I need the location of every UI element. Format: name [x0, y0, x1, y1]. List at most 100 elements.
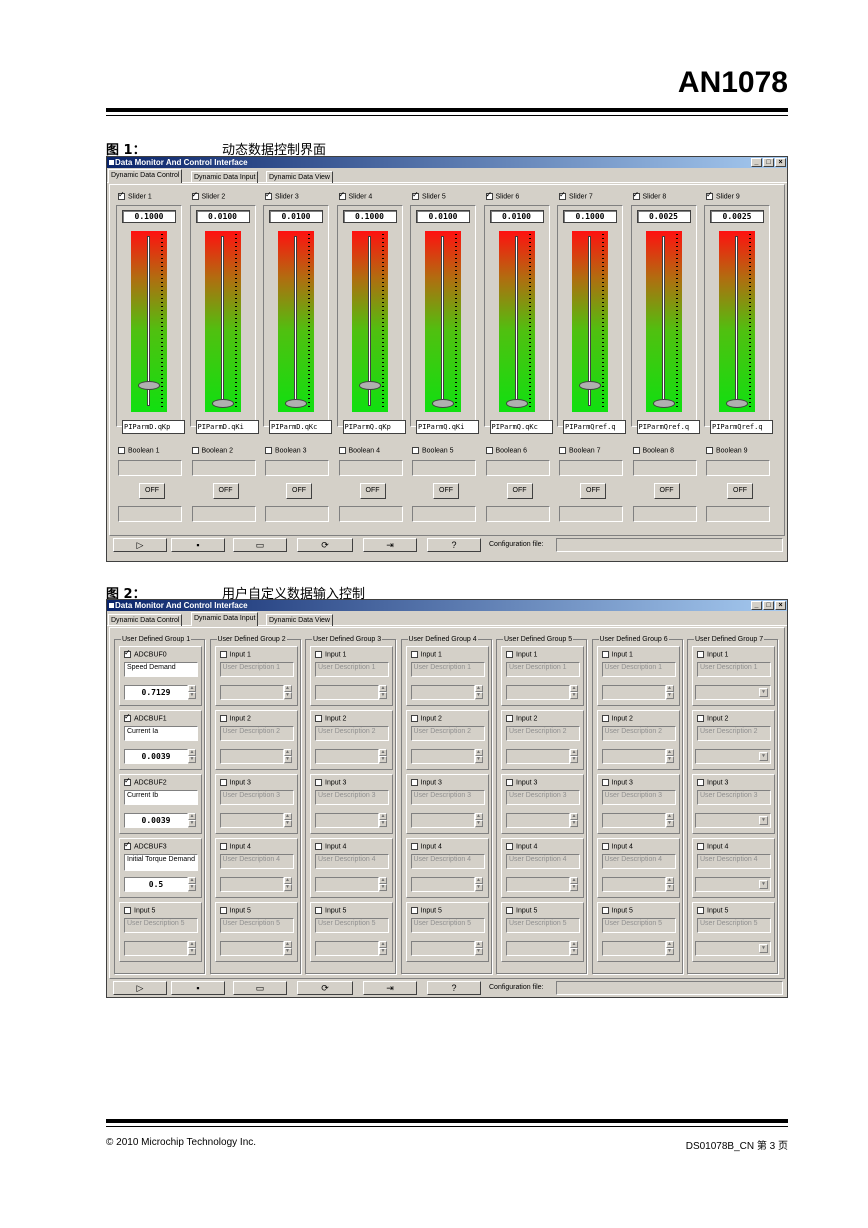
minimize-button[interactable]: _ — [751, 158, 762, 167]
slider-variable-name[interactable]: PIParmQ.qKc — [489, 420, 553, 434]
input-description[interactable]: User Description 3 — [410, 790, 485, 805]
input-description[interactable]: User Description 4 — [506, 854, 580, 869]
input-checkbox-label[interactable]: Input 5 — [697, 907, 728, 914]
toolbar-button[interactable]: ? — [427, 538, 481, 552]
spin-arrows[interactable]: ▲ ▼ — [188, 813, 196, 828]
toolbar-button[interactable]: ⟳ — [297, 538, 353, 552]
checkbox[interactable] — [124, 712, 131, 722]
input-description[interactable]: User Description 5 — [410, 918, 485, 933]
toolbar-button[interactable]: ⇥ — [363, 981, 417, 995]
input-checkbox-label[interactable]: Input 3 — [410, 779, 442, 786]
spin-up-icon[interactable]: ▲ — [188, 685, 196, 692]
input-value[interactable] — [601, 685, 666, 700]
checkbox[interactable] — [118, 190, 125, 200]
input-checkbox-label[interactable]: Input 5 — [315, 907, 346, 914]
toolbar-button[interactable]: ▷ — [113, 981, 167, 995]
spin-up-icon[interactable]: ▲ — [665, 749, 674, 756]
slider-value[interactable]: 0.0025 — [710, 210, 764, 223]
checkbox[interactable] — [559, 190, 566, 200]
slider-checkbox-label[interactable]: Slider 2 — [191, 190, 225, 200]
checkbox[interactable] — [191, 447, 199, 454]
spin-arrows[interactable]: ▲ ▼ — [188, 941, 196, 956]
boolean-off-button[interactable]: OFF — [433, 483, 459, 499]
tab-dynamic-data-control[interactable]: Dynamic Data Control — [108, 614, 183, 626]
spin-arrows[interactable]: ▲ ▼ — [188, 685, 196, 700]
checkbox[interactable] — [191, 190, 199, 200]
input-value[interactable] — [219, 685, 284, 700]
spin-arrows[interactable]: ▲ ▼ — [379, 941, 387, 956]
checkbox[interactable] — [219, 907, 227, 914]
input-description[interactable]: User Description 2 — [697, 726, 771, 741]
spin-down-icon[interactable]: ▼ — [283, 948, 292, 955]
close-button[interactable]: × — [775, 158, 786, 167]
input-dropdown[interactable]: ▼ — [695, 877, 771, 892]
slider-checkbox-label[interactable]: Slider 5 — [412, 190, 446, 200]
spin-up-icon[interactable]: ▲ — [283, 877, 292, 884]
spin-arrows[interactable]: ▲ ▼ — [665, 813, 674, 828]
spin-arrows[interactable]: ▲ ▼ — [283, 877, 292, 892]
toolbar-button[interactable]: ▪ — [171, 538, 225, 552]
maximize-button[interactable]: □ — [763, 158, 774, 167]
spin-down-icon[interactable]: ▼ — [665, 692, 674, 699]
input-value[interactable] — [315, 749, 379, 764]
spin-up-icon[interactable]: ▲ — [665, 941, 674, 948]
input-value[interactable] — [219, 813, 284, 828]
input-checkbox-label[interactable]: Input 3 — [315, 779, 346, 786]
chevron-down-icon[interactable]: ▼ — [759, 880, 768, 889]
input-checkbox-label[interactable]: Input 5 — [219, 907, 251, 914]
input-checkbox-label[interactable]: Input 4 — [315, 843, 346, 850]
spin-arrows[interactable]: ▲ ▼ — [474, 749, 483, 764]
slider-thumb[interactable] — [358, 380, 381, 390]
checkbox[interactable] — [601, 843, 609, 850]
chevron-down-icon[interactable]: ▼ — [759, 944, 768, 953]
input-checkbox-label[interactable]: Input 2 — [697, 715, 728, 722]
checkbox[interactable] — [315, 779, 322, 786]
boolean-checkbox-label[interactable]: Boolean 9 — [706, 447, 748, 454]
input-value[interactable] — [124, 941, 188, 956]
checkbox[interactable] — [410, 779, 418, 786]
spin-up-icon[interactable]: ▲ — [570, 877, 578, 884]
checkbox[interactable] — [632, 190, 640, 200]
spin-arrows[interactable]: ▲ ▼ — [665, 941, 674, 956]
input-description[interactable]: User Description 4 — [601, 854, 676, 869]
input-value[interactable] — [506, 877, 570, 892]
slider-thumb[interactable] — [285, 399, 307, 409]
slider-value[interactable]: 0.0100 — [416, 210, 470, 223]
checkbox[interactable] — [601, 651, 609, 658]
input-value[interactable] — [315, 685, 379, 700]
checkbox[interactable] — [412, 190, 419, 200]
checkbox[interactable] — [338, 447, 346, 454]
boolean-checkbox-label[interactable]: Boolean 5 — [412, 447, 454, 454]
spin-arrows[interactable]: ▲ ▼ — [474, 685, 483, 700]
spin-down-icon[interactable]: ▼ — [379, 948, 387, 955]
input-value[interactable]: 0.7129 — [124, 685, 188, 700]
input-checkbox-label[interactable]: Input 1 — [315, 651, 346, 658]
spin-up-icon[interactable]: ▲ — [379, 685, 387, 692]
spin-up-icon[interactable]: ▲ — [474, 941, 483, 948]
spin-down-icon[interactable]: ▼ — [474, 756, 483, 763]
chevron-down-icon[interactable]: ▼ — [759, 816, 768, 825]
checkbox[interactable] — [632, 447, 640, 454]
spin-arrows[interactable]: ▲ ▼ — [570, 749, 578, 764]
slider-checkbox-label[interactable]: Slider 6 — [485, 190, 519, 200]
input-checkbox-label[interactable]: Input 3 — [601, 779, 633, 786]
spin-down-icon[interactable]: ▼ — [188, 820, 196, 827]
input-description[interactable]: User Description 2 — [219, 726, 294, 741]
input-description[interactable]: User Description 3 — [506, 790, 580, 805]
spin-down-icon[interactable]: ▼ — [474, 948, 483, 955]
boolean-off-button[interactable]: OFF — [212, 483, 239, 499]
toolbar-button[interactable]: ▪ — [171, 981, 225, 995]
checkbox[interactable] — [410, 907, 418, 914]
slider-value[interactable]: 0.0100 — [489, 210, 544, 223]
spin-down-icon[interactable]: ▼ — [570, 820, 578, 827]
spin-arrows[interactable]: ▲ ▼ — [665, 877, 674, 892]
spin-up-icon[interactable]: ▲ — [188, 941, 196, 948]
chevron-down-icon[interactable]: ▼ — [759, 688, 768, 697]
checkbox[interactable] — [219, 651, 227, 658]
spin-arrows[interactable]: ▲ ▼ — [570, 877, 578, 892]
input-description[interactable]: User Description 5 — [219, 918, 294, 933]
spin-arrows[interactable]: ▲ ▼ — [570, 941, 578, 956]
input-value[interactable] — [410, 877, 475, 892]
spin-arrows[interactable]: ▲ ▼ — [570, 685, 578, 700]
input-description[interactable]: User Description 4 — [219, 854, 294, 869]
